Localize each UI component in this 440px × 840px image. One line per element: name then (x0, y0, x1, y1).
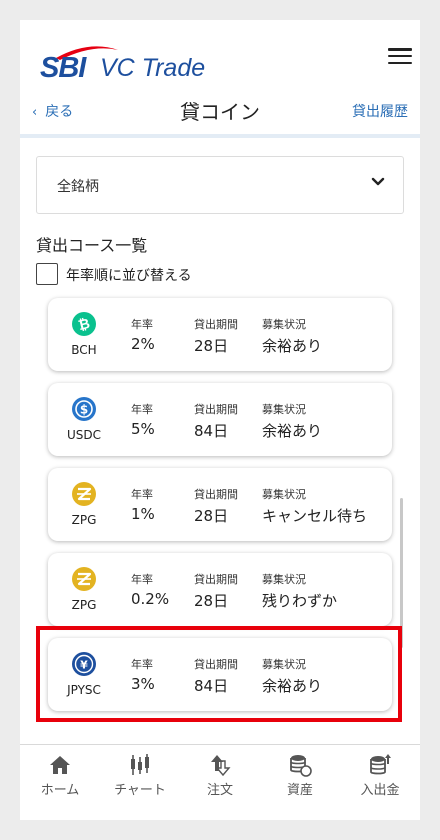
bottom-nav: ホーム チャート 注文 資産 入出金 (20, 744, 420, 820)
rate-label: 年率 (131, 403, 153, 416)
status-value: 残りわずか (262, 592, 338, 610)
nav-home[interactable]: ホーム (20, 745, 100, 805)
period-value: 84日 (194, 422, 229, 440)
hamburger-menu-icon[interactable] (388, 48, 412, 68)
bitcoin-cash-icon: ₿ (72, 312, 96, 336)
status-value: キャンセル待ち (262, 507, 368, 525)
course-card-zpg[interactable]: ZPG 年率 貸出期間 募集状況 1% 28日 キャンセル待ち (48, 468, 392, 541)
rate-value: 1% (131, 505, 155, 523)
sort-by-rate-label[interactable]: 年率順に並び替える (66, 265, 192, 285)
period-label: 貸出期間 (194, 573, 238, 586)
nav-deposit-withdraw[interactable]: 入出金 (340, 745, 420, 805)
period-value: 28日 (194, 507, 229, 525)
course-card-zpg[interactable]: ZPG 年率 貸出期間 募集状況 0.2% 28日 残りわずか (48, 553, 392, 626)
nav-assets[interactable]: 資産 (260, 745, 340, 805)
nav-chart[interactable]: チャート (100, 745, 180, 805)
status-value: 余裕あり (262, 337, 323, 355)
title-bar: ‹ 戻る 貸コイン 貸出履歴 (20, 94, 420, 134)
nav-deposit-withdraw-label: 入出金 (360, 783, 400, 798)
home-icon (50, 756, 70, 774)
coin-filter-value: 全銘柄 (57, 179, 99, 195)
lending-history-link[interactable]: 貸出履歴 (352, 101, 408, 121)
chart-icon (131, 754, 149, 775)
svg-text:$: $ (80, 403, 88, 417)
period-label: 貸出期間 (194, 488, 238, 501)
coin-symbol: ZPG (71, 513, 97, 527)
rate-label: 年率 (131, 318, 153, 331)
assets-icon (290, 755, 312, 777)
period-value: 28日 (194, 337, 229, 355)
period-value: 28日 (194, 592, 229, 610)
highlight-box (36, 626, 402, 722)
rate-value: 0.2% (131, 590, 170, 608)
zpg-icon (72, 567, 96, 591)
status-label: 募集状況 (262, 403, 306, 416)
status-label: 募集状況 (262, 573, 306, 586)
coin-symbol: USDC (66, 428, 102, 442)
usdc-icon: $ (72, 397, 96, 421)
order-icon (211, 755, 231, 777)
logo-sbi: SBI (40, 52, 86, 84)
rate-label: 年率 (131, 488, 153, 501)
zpg-icon (72, 482, 96, 506)
nav-order[interactable]: 注文 (180, 745, 260, 805)
deposit-withdraw-icon (370, 754, 391, 775)
course-list-title: 貸出コース一覧 (36, 236, 148, 255)
rate-value: 2% (131, 335, 155, 353)
course-card-usdc[interactable]: $ USDC 年率 貸出期間 募集状況 5% 84日 余裕あり (48, 383, 392, 456)
screen-frame: SBI VC Trade ‹ 戻る 貸コイン 貸出履歴 全銘柄 貸出コース一覧 … (0, 0, 440, 840)
status-label: 募集状況 (262, 488, 306, 501)
status-value: 余裕あり (262, 422, 323, 440)
nav-chart-label: チャート (114, 783, 166, 798)
rate-value: 5% (131, 420, 155, 438)
period-label: 貸出期間 (194, 318, 238, 331)
sbi-vc-trade-logo: SBI VC Trade (34, 38, 224, 88)
app-screen: SBI VC Trade ‹ 戻る 貸コイン 貸出履歴 全銘柄 貸出コース一覧 … (20, 20, 420, 820)
rate-label: 年率 (131, 573, 153, 586)
course-card-bch[interactable]: ₿ BCH 年率 貸出期間 募集状況 2% 28日 余裕あり (48, 298, 392, 371)
coin-filter-select[interactable]: 全銘柄 (36, 156, 404, 214)
nav-order-label: 注文 (206, 783, 233, 798)
nav-assets-label: 資産 (286, 783, 313, 798)
main-content: 全銘柄 貸出コース一覧 年率順に並び替える ₿ BCH 年率 貸出期間 募集状況… (20, 138, 420, 744)
coin-symbol: BCH (71, 343, 97, 357)
logo-vc-trade: VC Trade (100, 54, 206, 82)
period-label: 貸出期間 (194, 403, 238, 416)
sort-by-rate-checkbox[interactable] (36, 263, 58, 285)
nav-home-label: ホーム (40, 783, 80, 798)
app-header: SBI VC Trade ‹ 戻る 貸コイン 貸出履歴 (20, 20, 420, 138)
chevron-down-icon (371, 177, 385, 186)
status-label: 募集状況 (262, 318, 306, 331)
coin-symbol: ZPG (71, 598, 97, 612)
